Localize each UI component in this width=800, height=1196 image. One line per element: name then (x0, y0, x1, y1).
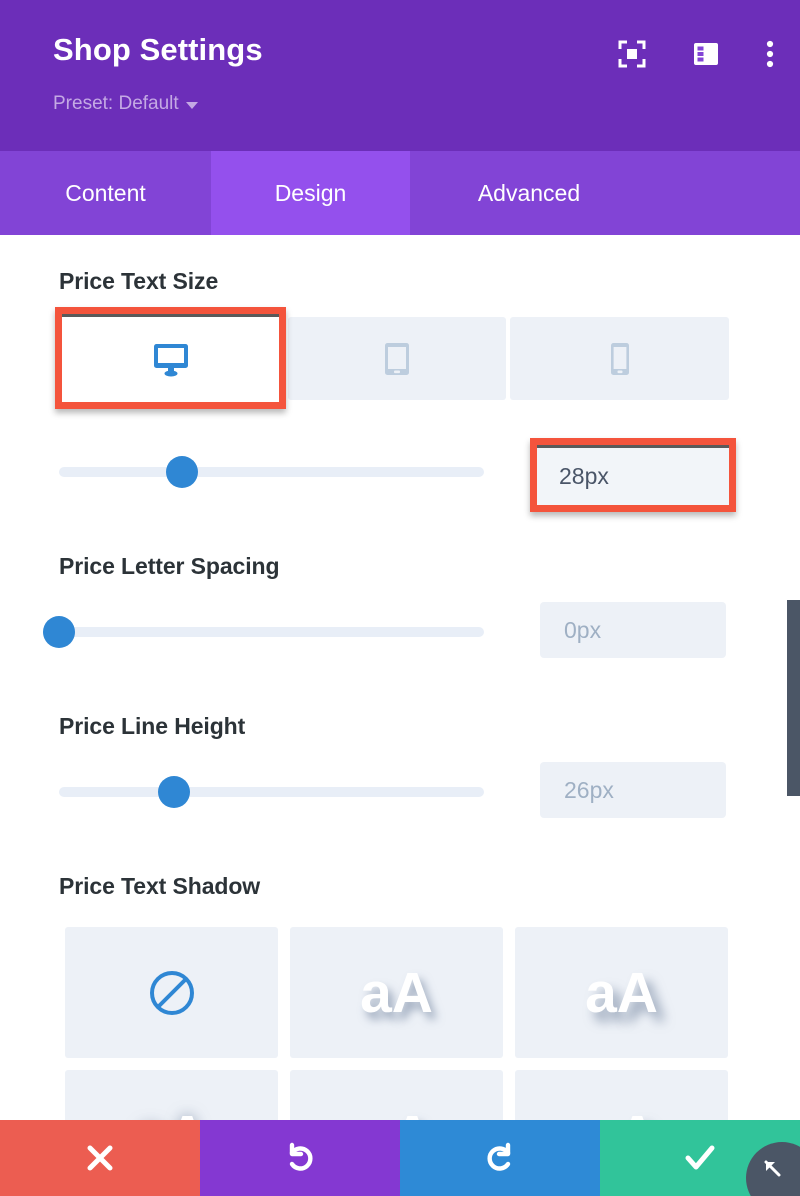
shadow-preview-glyph: aA (585, 960, 658, 1025)
undo-button[interactable] (200, 1120, 400, 1196)
price-line-height-slider[interactable] (59, 776, 484, 808)
redo-button[interactable] (400, 1120, 600, 1196)
modal-header: Shop Settings Preset: Default (0, 0, 800, 151)
header-icon-group (618, 40, 774, 73)
action-bar (0, 1120, 800, 1196)
undo-icon (289, 1142, 313, 1171)
price-text-size-device-highlight (55, 307, 286, 409)
shadow-option-none[interactable] (65, 927, 278, 1058)
chevron-down-icon (185, 102, 198, 109)
price-text-size-slider[interactable] (59, 456, 484, 488)
check-icon (685, 1145, 715, 1170)
price-text-size-value[interactable]: 28px (537, 445, 729, 505)
phone-icon (610, 342, 629, 375)
settings-modal: Shop Settings Preset: Default Content De… (0, 0, 800, 1196)
preset-selector[interactable]: Preset: Default (53, 93, 198, 115)
device-toggle-tablet[interactable] (287, 317, 507, 400)
shadow-option-2[interactable]: aA (515, 927, 728, 1058)
price-text-size-label: Price Text Size (59, 268, 219, 294)
price-letter-spacing-value[interactable]: 0px (540, 602, 726, 658)
shadow-preview-glyph: aA (360, 960, 433, 1025)
tab-bar: Content Design Advanced (0, 151, 800, 235)
price-letter-spacing-slider[interactable] (43, 616, 484, 648)
price-line-height-slider-thumb[interactable] (157, 776, 190, 808)
focus-target-icon[interactable] (618, 40, 646, 73)
no-shadow-icon (149, 970, 194, 1015)
redo-icon (487, 1142, 511, 1171)
tablet-icon (385, 342, 409, 375)
price-text-shadow-label: Price Text Shadow (59, 873, 261, 899)
tab-advanced[interactable]: Advanced (410, 151, 648, 235)
desktop-icon (153, 343, 188, 376)
price-line-height-value[interactable]: 26px (540, 762, 726, 818)
page-title: Shop Settings (53, 32, 263, 67)
price-letter-spacing-slider-thumb[interactable] (43, 616, 75, 648)
x-icon (87, 1145, 113, 1171)
tab-content[interactable]: Content (0, 151, 211, 235)
resize-arrow-icon (764, 1160, 781, 1177)
device-toggle-phone[interactable] (510, 317, 730, 400)
settings-panel: Price Text Size Price Letter Spacing 0px… (0, 235, 800, 1196)
layout-panel-icon[interactable] (692, 40, 720, 73)
preset-label: Preset: Default (53, 93, 179, 114)
price-line-height-label: Price Line Height (59, 713, 246, 739)
price-text-size-slider-thumb[interactable] (166, 456, 199, 488)
price-text-size-value-highlight: 28px (530, 438, 736, 512)
shadow-option-1[interactable]: aA (290, 927, 503, 1058)
price-letter-spacing-label: Price Letter Spacing (59, 553, 280, 579)
kebab-menu-icon[interactable] (766, 40, 774, 73)
tab-design[interactable]: Design (211, 151, 410, 235)
close-button[interactable] (0, 1120, 200, 1196)
panel-scrollbar-thumb[interactable] (787, 600, 800, 796)
